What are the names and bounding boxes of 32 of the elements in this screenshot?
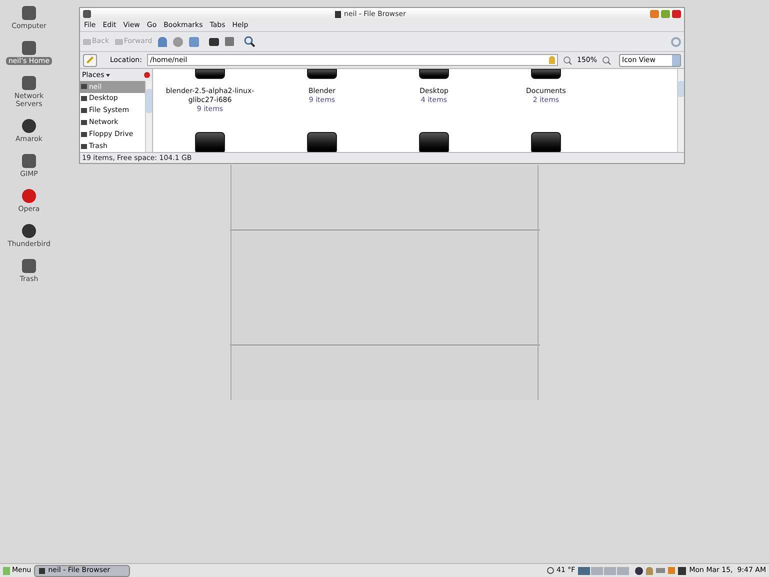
- search-icon[interactable]: [244, 36, 256, 47]
- weather-icon: [546, 567, 554, 574]
- window-menu-icon[interactable]: [83, 10, 91, 18]
- zoom-in-icon[interactable]: [602, 56, 611, 64]
- folder-icon[interactable]: [307, 69, 337, 79]
- desktop-app-icon[interactable]: [22, 189, 36, 203]
- desktop-app-icon[interactable]: [22, 154, 36, 168]
- workspace-switcher[interactable]: [617, 566, 630, 574]
- close-pane-icon[interactable]: [144, 72, 150, 78]
- throbber-icon: [671, 36, 681, 46]
- workspace-switcher[interactable]: [578, 566, 590, 574]
- zoom-out-icon[interactable]: [562, 56, 572, 64]
- desktop-app-icon[interactable]: [22, 259, 36, 273]
- maximize-button[interactable]: [661, 10, 670, 18]
- close-button[interactable]: [672, 10, 681, 18]
- folder-icon[interactable]: [531, 69, 561, 79]
- folder-icon[interactable]: [419, 69, 449, 79]
- caret-icon[interactable]: [106, 74, 110, 76]
- spinner-icon: [672, 54, 680, 66]
- desktop-app-icon[interactable]: [22, 76, 36, 90]
- desktop-app-icon[interactable]: [22, 6, 36, 20]
- workspace-switcher[interactable]: [604, 566, 616, 574]
- desktop-app-icon[interactable]: [22, 119, 36, 133]
- minimize-button[interactable]: [650, 10, 659, 18]
- desktop-app-icon[interactable]: [22, 224, 36, 238]
- scrollbar[interactable]: [677, 69, 684, 152]
- workspace-switcher[interactable]: [591, 566, 604, 574]
- app-icon: [335, 10, 342, 18]
- edit-location-button[interactable]: [83, 54, 97, 66]
- scrollbar[interactable]: [145, 81, 152, 152]
- desktop-app-icon[interactable]: [22, 41, 36, 55]
- folder-icon[interactable]: [195, 69, 225, 79]
